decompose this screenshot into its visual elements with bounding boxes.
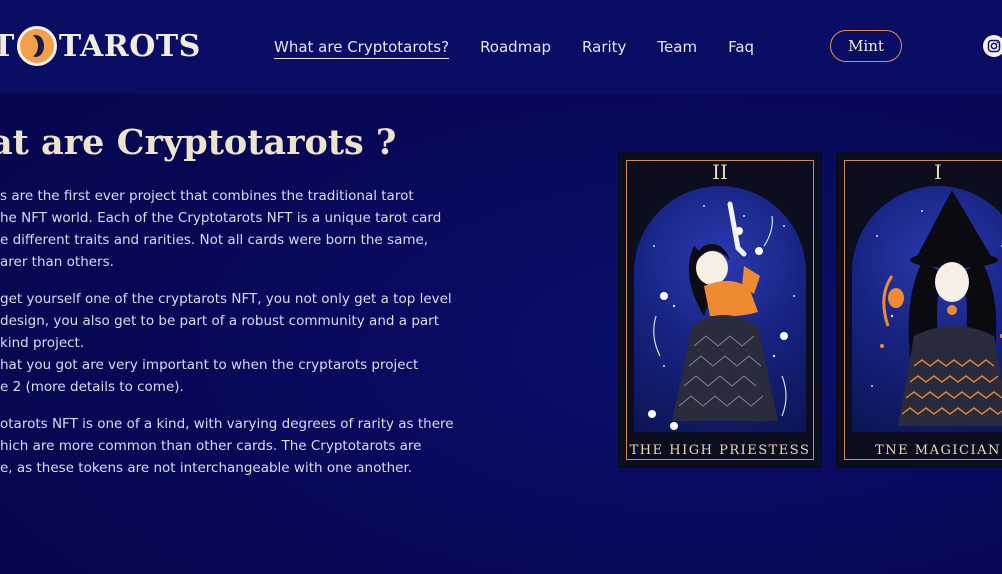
tarot-card-magician: I TNE MAGICIAN	[836, 152, 1002, 468]
tarot-card-high-priestess: II THE HIGH PRIESTESS	[618, 152, 822, 468]
text-line: he NFT world. Each of the Cryptotarots N…	[0, 210, 442, 226]
card-numeral: II	[712, 160, 728, 184]
nav-roadmap[interactable]: Roadmap	[480, 38, 551, 59]
text-line: e different traits and rarities. Not all…	[0, 232, 429, 248]
card-name: THE HIGH PRIESTESS	[629, 443, 811, 458]
text-line: otarots NFT is one of a kind, with varyi…	[0, 416, 454, 432]
card-illustration	[852, 186, 1002, 432]
text-line: s are the first ever project that combin…	[0, 188, 414, 204]
card-numeral: I	[934, 160, 942, 184]
text-line: arer than others.	[0, 254, 114, 270]
instagram-icon[interactable]	[983, 35, 1002, 57]
benefits-paragraph: get yourself one of the cryptarots NFT, …	[0, 288, 460, 398]
nav-what-are-cryptotarots[interactable]: What are Cryptotarots?	[274, 38, 450, 59]
nav-rarity[interactable]: Rarity	[582, 38, 626, 59]
logo-prefix: T	[0, 28, 15, 64]
text-line: design, you also get to be part of a rob…	[0, 313, 440, 329]
logo-text: TAROTS	[58, 28, 201, 64]
mint-button[interactable]: Mint	[830, 30, 902, 62]
site-header: T TAROTS What are Cryptotarots? Roadmap …	[0, 0, 1002, 94]
logo[interactable]: T TAROTS	[0, 24, 201, 68]
sun-moon-logo-icon	[16, 26, 57, 66]
text-line: get yourself one of the cryptarots NFT, …	[0, 291, 452, 307]
text-line: hat you got are very important to when t…	[0, 357, 419, 373]
section-title: at are Cryptotarots ?	[0, 122, 397, 163]
main-nav: What are Cryptotarots? Roadmap Rarity Te…	[274, 38, 754, 59]
nav-team[interactable]: Team	[657, 38, 697, 59]
text-line: kind project.	[0, 335, 85, 351]
text-line: hich are more common than other cards. T…	[0, 438, 422, 454]
intro-paragraph: s are the first ever project that combin…	[0, 185, 460, 273]
text-line: e 2 (more details to come).	[0, 379, 184, 395]
rarity-paragraph: otarots NFT is one of a kind, with varyi…	[0, 413, 460, 479]
card-illustration	[634, 186, 806, 432]
text-line: e, as these tokens are not interchangeab…	[0, 460, 413, 476]
nav-faq[interactable]: Faq	[728, 38, 754, 59]
card-name: TNE MAGICIAN	[875, 443, 1001, 458]
